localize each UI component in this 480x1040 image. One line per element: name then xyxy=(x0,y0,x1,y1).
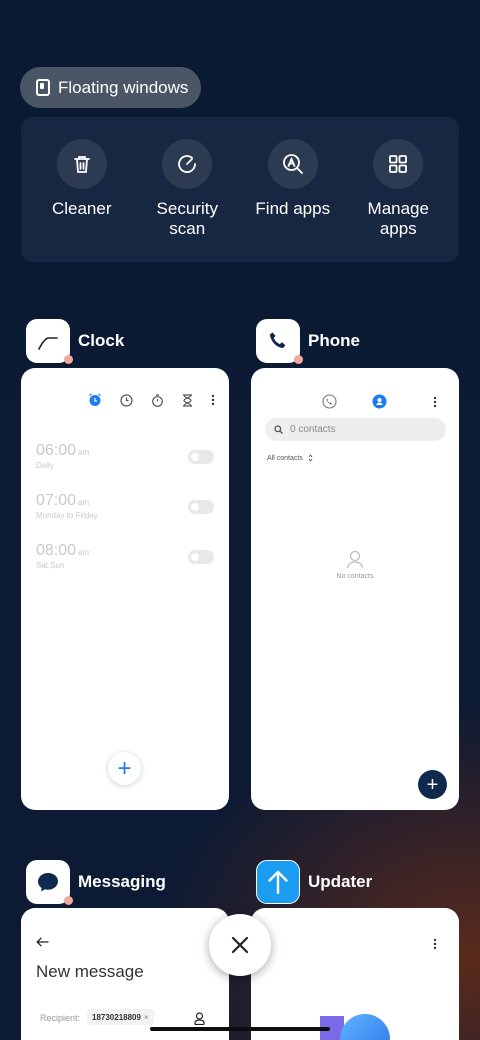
clock-app-card[interactable]: 06:00 am Daily 07:00 am Monday to Friday 0… xyxy=(21,368,229,810)
messaging-app-icon xyxy=(26,860,73,905)
updater-app-header[interactable]: Updater xyxy=(256,860,372,904)
clock-app-header[interactable]: Clock xyxy=(26,319,125,364)
contacts-search-placeholder: 0 contacts xyxy=(290,424,336,435)
alarm-repeat: Sat,Sun xyxy=(36,561,65,570)
contacts-tab-icon[interactable] xyxy=(372,394,387,409)
find-apps-icon xyxy=(267,139,318,189)
messaging-app-header[interactable]: Messaging xyxy=(26,860,166,905)
updater-app-icon xyxy=(256,860,300,904)
add-alarm-button[interactable]: + xyxy=(108,752,141,785)
remove-recipient-icon[interactable]: × xyxy=(144,1013,149,1022)
messaging-app-name: Messaging xyxy=(78,872,166,891)
phone-app-header[interactable]: Phone xyxy=(256,319,360,364)
cleaner-label: Cleaner xyxy=(51,199,112,218)
timer-tab-icon[interactable] xyxy=(182,393,193,407)
alarm-item[interactable]: 08:00 am Sat,Sun xyxy=(36,542,214,582)
updater-app-name: Updater xyxy=(308,872,373,891)
alarm-item[interactable]: 06:00 am Daily xyxy=(36,442,214,482)
alarm-toggle[interactable] xyxy=(188,450,214,464)
heart-badge-icon xyxy=(64,355,73,364)
recents-tab-icon[interactable] xyxy=(322,394,337,409)
heart-badge-icon xyxy=(64,896,73,905)
phone-app-card[interactable]: 0 contacts All contacts No contacts + xyxy=(251,368,459,810)
more-options-icon[interactable] xyxy=(433,938,437,950)
no-contacts-state: No contacts xyxy=(251,550,459,580)
clock-tab-bar xyxy=(88,393,215,407)
updater-illustration-circle xyxy=(340,1014,390,1040)
search-icon xyxy=(274,425,283,434)
updater-app-card[interactable] xyxy=(251,908,459,1040)
recipient-chip[interactable]: 18730218809 × xyxy=(87,1009,154,1025)
close-all-button[interactable] xyxy=(209,914,271,976)
add-contact-icon[interactable] xyxy=(194,1012,205,1025)
add-contact-button[interactable]: + xyxy=(418,770,447,799)
back-arrow-icon[interactable] xyxy=(36,937,49,947)
contacts-filter-dropdown[interactable]: All contacts xyxy=(267,454,313,462)
world-clock-tab-icon[interactable] xyxy=(120,393,133,407)
messaging-app-card[interactable]: New message Recipient: 18730218809 × xyxy=(21,908,229,1040)
home-indicator[interactable] xyxy=(150,1027,330,1031)
sort-arrows-icon xyxy=(308,454,313,462)
heart-badge-icon xyxy=(294,355,303,364)
find-apps-button[interactable]: Find apps xyxy=(243,139,343,262)
alarm-tab-icon[interactable] xyxy=(88,393,102,407)
alarm-item[interactable]: 07:00 am Monday to Friday xyxy=(36,492,214,532)
recipient-number: 18730218809 xyxy=(92,1012,141,1022)
quick-tools-panel: Cleaner Security scan Find apps Manage a… xyxy=(21,117,459,262)
contacts-filter-label: All contacts xyxy=(267,454,303,462)
recipient-label: Recipient: xyxy=(40,1013,81,1023)
alarm-toggle[interactable] xyxy=(188,500,214,514)
contacts-search-input[interactable]: 0 contacts xyxy=(265,418,446,441)
stopwatch-tab-icon[interactable] xyxy=(151,393,164,407)
security-scan-icon xyxy=(162,139,213,189)
alarm-repeat: Daily xyxy=(36,461,54,470)
cleaner-button[interactable]: Cleaner xyxy=(32,139,132,262)
person-icon xyxy=(346,550,364,569)
no-contacts-text: No contacts xyxy=(336,573,374,580)
find-apps-label: Find apps xyxy=(255,199,331,218)
security-scan-label: Security scan xyxy=(156,199,218,238)
alarm-toggle[interactable] xyxy=(188,550,214,564)
phone-app-icon xyxy=(256,319,303,364)
trash-icon xyxy=(56,139,107,189)
close-icon xyxy=(231,936,249,954)
floating-windows-button[interactable]: Floating windows xyxy=(20,67,201,108)
new-message-title: New message xyxy=(36,962,144,981)
more-options-icon[interactable] xyxy=(433,396,437,408)
manage-apps-button[interactable]: Manage apps xyxy=(348,139,448,262)
alarm-repeat: Monday to Friday xyxy=(36,511,98,520)
clock-app-name: Clock xyxy=(78,331,125,350)
floating-windows-label: Floating windows xyxy=(58,77,189,97)
phone-app-name: Phone xyxy=(308,331,360,350)
manage-apps-label: Manage apps xyxy=(367,199,429,238)
manage-apps-icon xyxy=(373,139,424,189)
phone-tab-bar xyxy=(251,394,459,410)
clock-app-icon xyxy=(26,319,73,364)
security-scan-button[interactable]: Security scan xyxy=(137,139,237,262)
floating-window-icon xyxy=(36,79,50,96)
more-options-icon[interactable] xyxy=(211,394,215,406)
